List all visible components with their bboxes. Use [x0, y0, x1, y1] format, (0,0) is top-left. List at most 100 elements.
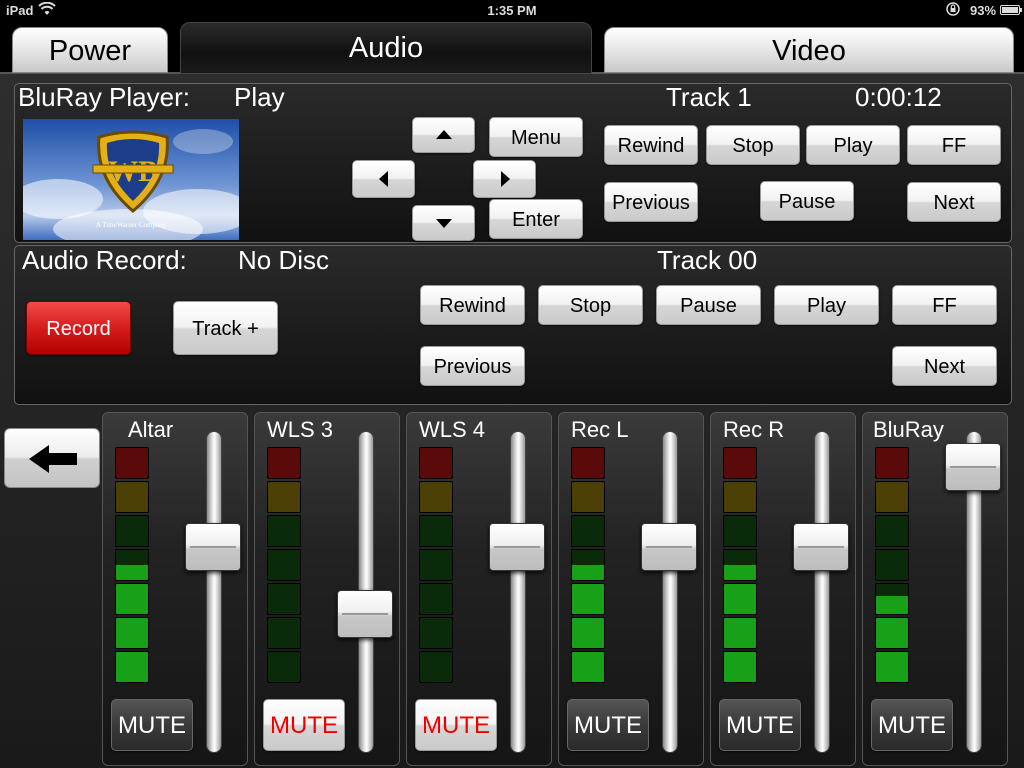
- fader-track[interactable]: [510, 431, 526, 753]
- record-button[interactable]: Record: [26, 301, 131, 355]
- fader-track[interactable]: [206, 431, 222, 753]
- fader-knob[interactable]: [793, 523, 849, 571]
- meter-segment: [419, 549, 453, 581]
- meter-segment: [723, 481, 757, 513]
- recorder-play-button[interactable]: Play: [774, 285, 879, 325]
- nav-right-button[interactable]: [473, 160, 536, 198]
- wb-shield-logo: WB: [92, 130, 174, 213]
- tab-audio[interactable]: Audio: [180, 22, 592, 74]
- mute-button[interactable]: MUTE: [871, 699, 953, 751]
- meter-segment: [419, 515, 453, 547]
- meter-segment: [419, 617, 453, 649]
- arrow-up-icon: [435, 130, 452, 139]
- channel-strip: WLS 4 MUTE: [406, 412, 552, 766]
- channel-name: WLS 4: [419, 417, 486, 442]
- meter-segment: [267, 651, 301, 683]
- fader-track[interactable]: [814, 431, 830, 753]
- meter-segment: [571, 447, 605, 479]
- nav-up-button[interactable]: [412, 117, 475, 153]
- meter-segment: [723, 447, 757, 479]
- meter-segment: [267, 583, 301, 615]
- fader-knob[interactable]: [945, 443, 1001, 491]
- track-plus-button[interactable]: Track +: [173, 301, 278, 355]
- bluray-ff-button[interactable]: FF: [907, 125, 1001, 165]
- tab-video[interactable]: Video: [604, 27, 1014, 73]
- channel-strip: Rec L MUTE: [558, 412, 704, 766]
- clock: 1:35 PM: [487, 3, 537, 18]
- meter-segment: [571, 481, 605, 513]
- meter-segment: [267, 549, 301, 581]
- fader-track[interactable]: [662, 431, 678, 753]
- recorder-previous-button[interactable]: Previous: [420, 346, 525, 386]
- meter-segment: [571, 549, 605, 581]
- bluray-pause-button[interactable]: Pause: [760, 181, 854, 221]
- status-bar: iPad 1:35 PM 93%: [0, 0, 1024, 20]
- meter-segment: [115, 617, 149, 649]
- recorder-pause-button[interactable]: Pause: [656, 285, 761, 325]
- fader-knob[interactable]: [641, 523, 697, 571]
- meter-segment: [571, 651, 605, 683]
- mute-button[interactable]: MUTE: [263, 699, 345, 751]
- meter-segment: [875, 481, 909, 513]
- bluray-rewind-button[interactable]: Rewind: [604, 125, 698, 165]
- fader-knob[interactable]: [337, 590, 393, 638]
- meter-segment: [419, 583, 453, 615]
- recorder-stop-button[interactable]: Stop: [538, 285, 643, 325]
- recorder-rewind-button[interactable]: Rewind: [420, 285, 525, 325]
- menu-button[interactable]: Menu: [489, 117, 583, 157]
- channel-name: Altar: [128, 417, 174, 442]
- bluray-track: Track 1: [666, 82, 752, 112]
- meter-segment: [267, 617, 301, 649]
- meter-segment: [419, 651, 453, 683]
- recorder-track: Track 00: [657, 245, 758, 275]
- meter-segment: [115, 515, 149, 547]
- video-thumbnail: WB A TimeWarner Company: [23, 119, 239, 240]
- meter-segment: [875, 447, 909, 479]
- nav-left-button[interactable]: [352, 160, 415, 198]
- tab-power[interactable]: Power: [12, 27, 168, 73]
- channel-name: Rec L: [571, 417, 629, 442]
- thumbnail-caption: A TimeWarner Company: [95, 221, 167, 229]
- fader-knob[interactable]: [185, 523, 241, 571]
- meter-segment: [115, 583, 149, 615]
- meter-segment: [267, 515, 301, 547]
- meter-segment: [875, 617, 909, 649]
- mute-button[interactable]: MUTE: [111, 699, 193, 751]
- channel-name: Rec R: [723, 417, 785, 442]
- meter-segment: [419, 447, 453, 479]
- rotation-lock-icon: [946, 2, 960, 19]
- battery-icon: [1000, 5, 1022, 15]
- channel-strip: Altar MUTE: [102, 412, 248, 766]
- channel-strip: WLS 3 MUTE: [254, 412, 400, 766]
- meter-segment: [267, 447, 301, 479]
- meter-segment: [875, 549, 909, 581]
- meter-segment: [723, 617, 757, 649]
- meter-segment: [115, 481, 149, 513]
- bluray-state: Play: [234, 82, 285, 112]
- bluray-stop-button[interactable]: Stop: [706, 125, 800, 165]
- mute-button[interactable]: MUTE: [719, 699, 801, 751]
- recorder-ff-button[interactable]: FF: [892, 285, 997, 325]
- back-button[interactable]: [4, 428, 100, 488]
- nav-down-button[interactable]: [412, 205, 475, 241]
- meter-segment: [115, 549, 149, 581]
- mute-button[interactable]: MUTE: [415, 699, 497, 751]
- arrow-left-icon: [378, 171, 388, 187]
- mute-button[interactable]: MUTE: [567, 699, 649, 751]
- bluray-previous-button[interactable]: Previous: [604, 182, 698, 222]
- meter-segment: [723, 515, 757, 547]
- bluray-play-button[interactable]: Play: [806, 125, 900, 165]
- recorder-next-button[interactable]: Next: [892, 346, 997, 386]
- meter-segment: [723, 583, 757, 615]
- enter-button[interactable]: Enter: [489, 199, 583, 239]
- battery-percent: 93%: [970, 3, 997, 18]
- meter-segment: [267, 481, 301, 513]
- meter-segment: [571, 515, 605, 547]
- meter-segment: [571, 583, 605, 615]
- channel-name: WLS 3: [267, 417, 334, 442]
- fader-knob[interactable]: [489, 523, 545, 571]
- bluray-title: BluRay Player:: [18, 82, 190, 112]
- arrow-down-icon: [435, 219, 452, 228]
- bluray-next-button[interactable]: Next: [907, 182, 1001, 222]
- meter-segment: [875, 515, 909, 547]
